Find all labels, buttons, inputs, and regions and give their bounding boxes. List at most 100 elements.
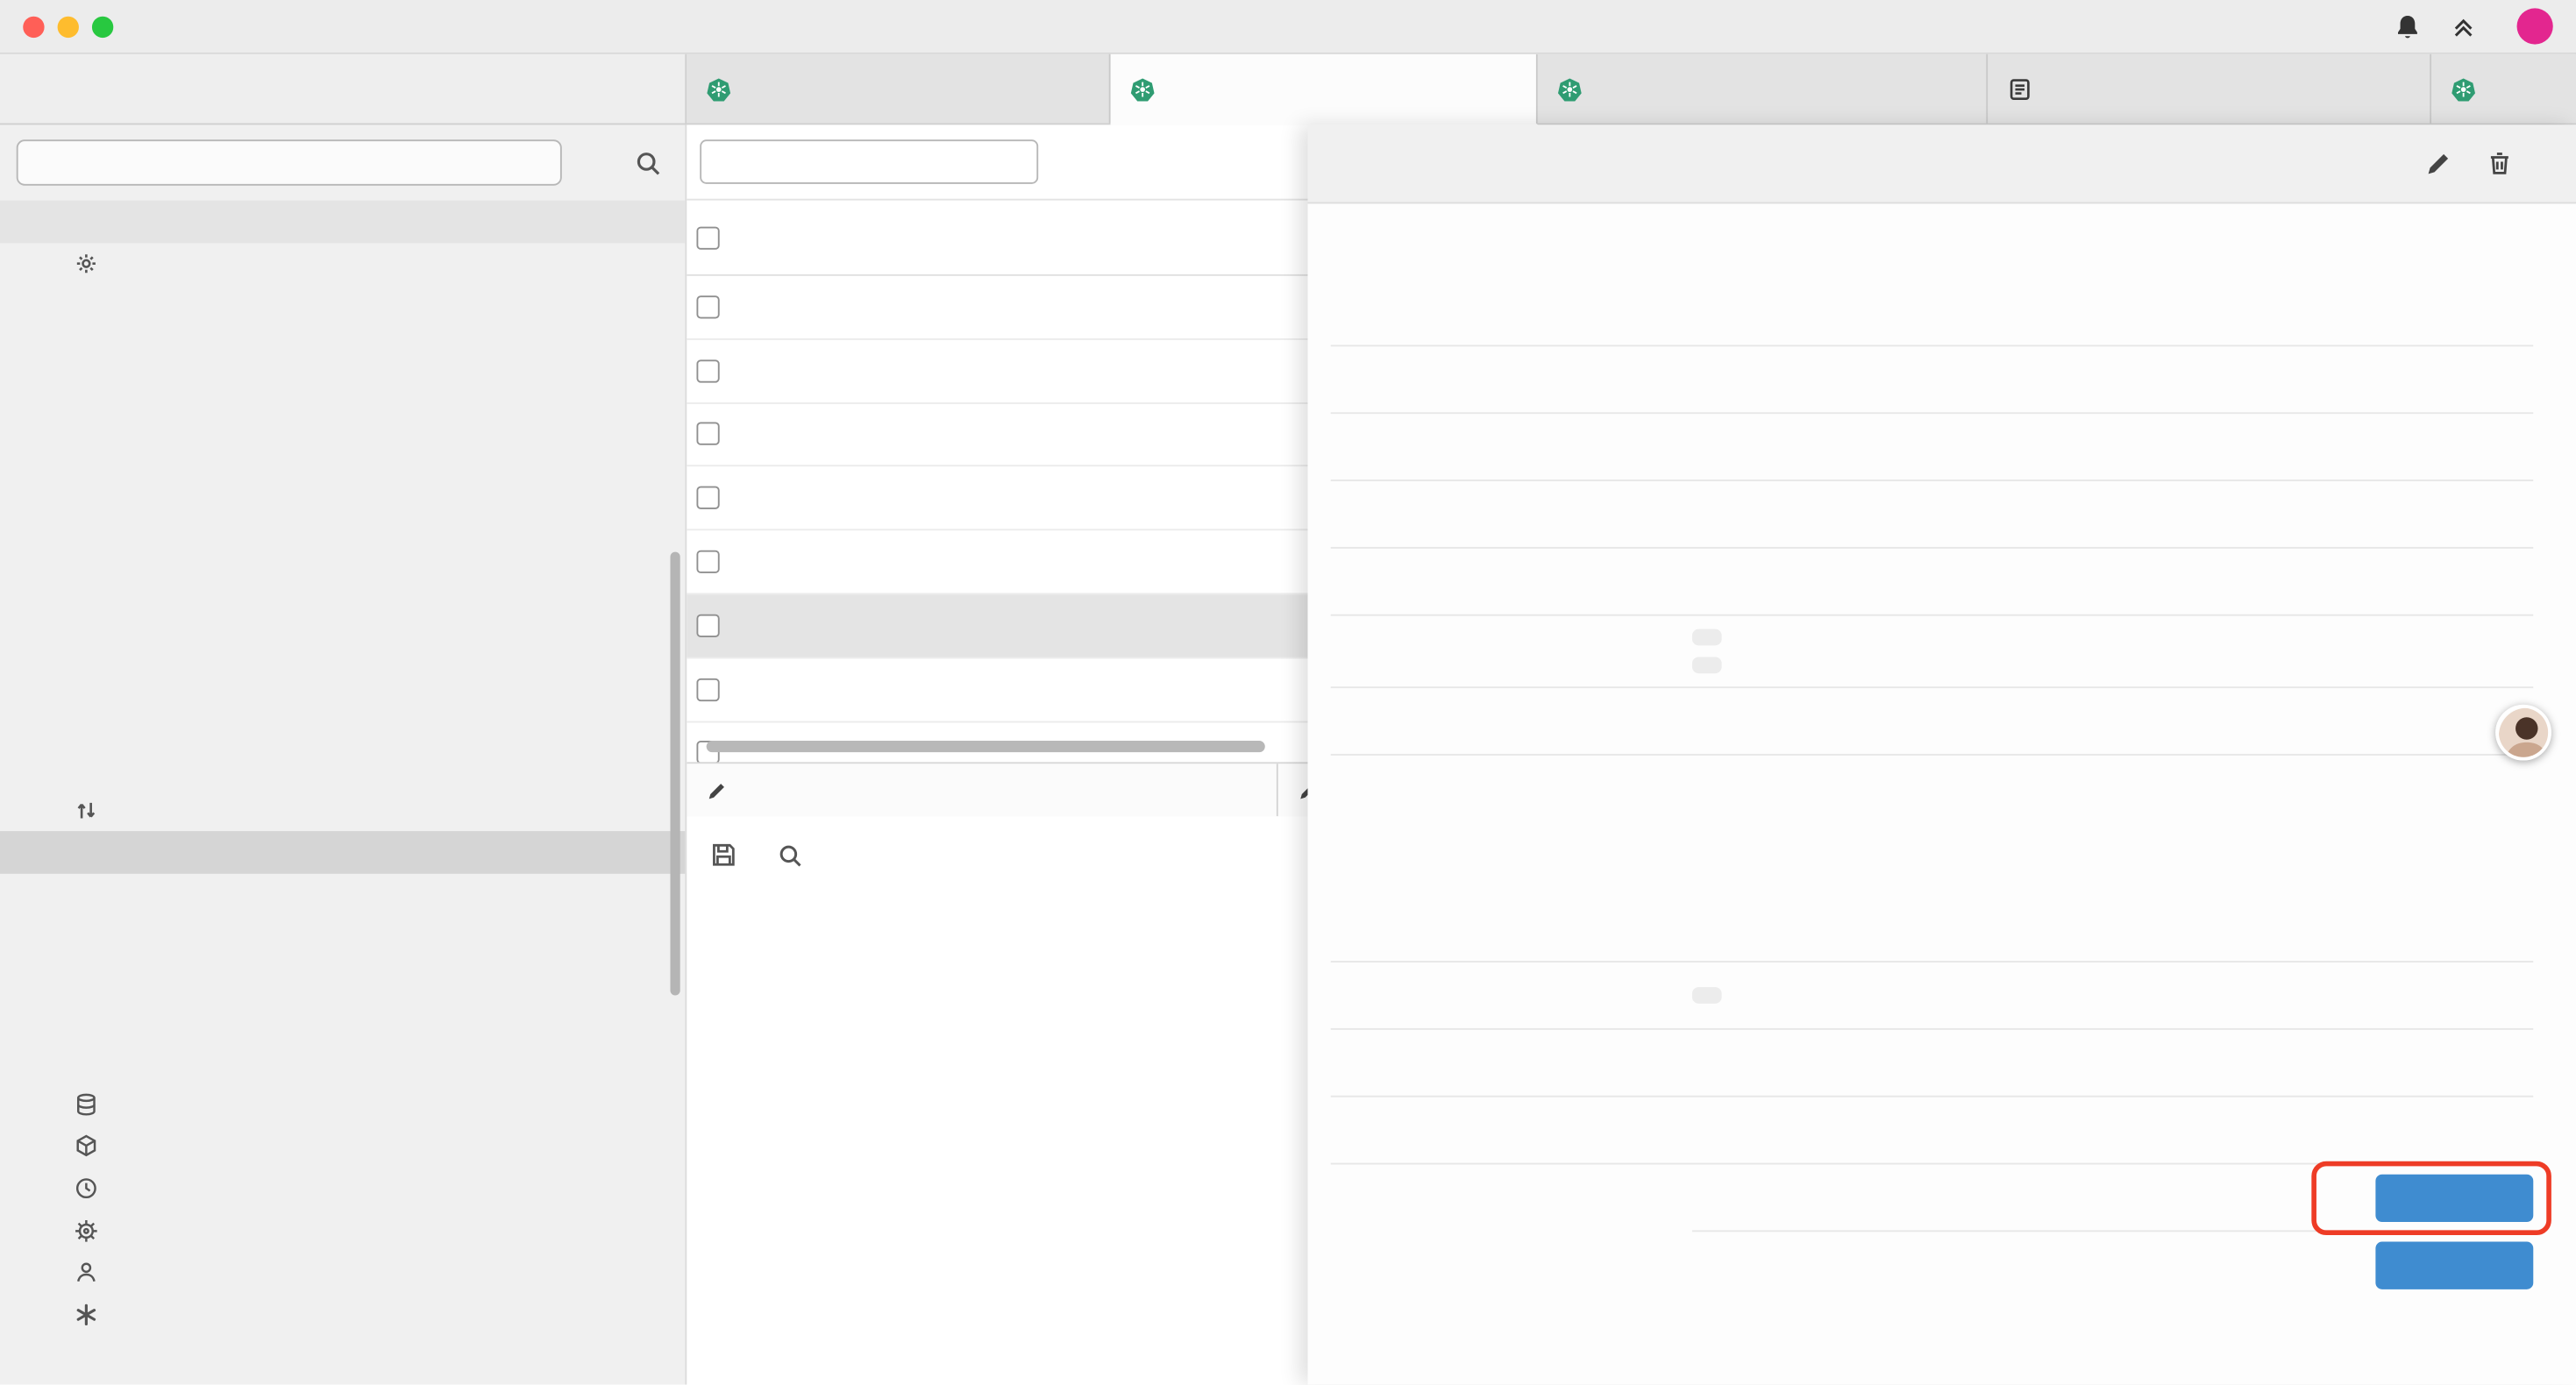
- sidebar-item-validating-webhook-configurations[interactable]: [0, 747, 685, 789]
- yaml-editor[interactable]: [687, 893, 1307, 1384]
- sidebar-group-custom-resources[interactable]: [0, 1293, 685, 1335]
- editor-line: [687, 1086, 1307, 1118]
- sidebar-item-leases[interactable]: [0, 663, 685, 705]
- field-ip-families: [1331, 1030, 2534, 1097]
- zoom-window-button[interactable]: [92, 16, 113, 37]
- table-row[interactable]: [687, 467, 1307, 531]
- sidebar-group-network[interactable]: [0, 789, 685, 831]
- editor-line: [687, 961, 1307, 992]
- sidebar-scrollbar-thumb[interactable]: [670, 552, 680, 996]
- editor-line: [687, 930, 1307, 962]
- table-row[interactable]: [687, 403, 1307, 467]
- notification-count-badge[interactable]: [2517, 8, 2553, 44]
- sidebar-item-endpoints[interactable]: [0, 873, 685, 915]
- sidebar-item-priority-classes[interactable]: [0, 579, 685, 621]
- window-titlebar: [0, 0, 2576, 54]
- tab-argo[interactable]: [2431, 54, 2576, 124]
- connection-heading: [1331, 842, 2534, 895]
- save-icon[interactable]: [709, 841, 737, 869]
- row-checkbox[interactable]: [696, 295, 719, 318]
- asterisk-icon: [74, 1302, 103, 1326]
- sidebar-item-definitions[interactable]: [0, 1335, 685, 1377]
- field-selector: [1331, 616, 2534, 688]
- sidebar-item-port-forwarding[interactable]: [0, 1041, 685, 1083]
- sidebar-item-secrets[interactable]: [0, 326, 685, 368]
- table-row-selected[interactable]: [687, 594, 1307, 658]
- field-ip-family-policy: [1331, 1097, 2534, 1165]
- network-arrows-icon: [74, 798, 103, 822]
- horizontal-scrollbar-thumb[interactable]: [707, 741, 1265, 752]
- sidebar-item-network-policies[interactable]: [0, 999, 685, 1041]
- field-namespace: [1331, 414, 2534, 481]
- kubernetes-icon: [2451, 76, 2476, 101]
- selector-chip: [1692, 629, 1722, 646]
- table-row[interactable]: [687, 658, 1307, 722]
- table-row[interactable]: [687, 531, 1307, 595]
- sidebar-item-events[interactable]: [0, 1168, 685, 1210]
- sidebar-item-namespaces[interactable]: [0, 1126, 685, 1168]
- sidebar-group-config[interactable]: [0, 243, 685, 285]
- sidebar-group-storage[interactable]: [0, 1083, 685, 1126]
- sidebar-group-access-control[interactable]: [0, 1251, 685, 1293]
- dock-tab-prometheusrule[interactable]: [687, 764, 1278, 816]
- search-icon[interactable]: [634, 149, 662, 177]
- close-window-button[interactable]: [23, 16, 44, 37]
- window-controls: [23, 16, 113, 37]
- row-checkbox[interactable]: [696, 359, 719, 382]
- table-header: [687, 201, 1307, 276]
- minimize-window-button[interactable]: [58, 16, 79, 37]
- upgrade-button[interactable]: [2451, 14, 2487, 39]
- row-checkbox[interactable]: [696, 614, 719, 637]
- sidebar-toolbar: [0, 124, 685, 200]
- sidebar-item-limit-ranges[interactable]: [0, 410, 685, 452]
- main-area: [0, 124, 2576, 1384]
- sidebar-item-ingresses[interactable]: [0, 915, 685, 957]
- select-all-checkbox[interactable]: [696, 226, 719, 249]
- sidebar-item-resource-quotas[interactable]: [0, 368, 685, 410]
- tab-release-notes[interactable]: [1988, 54, 2431, 124]
- table-row[interactable]: [687, 276, 1307, 340]
- editor-toolbar: [687, 816, 1307, 893]
- namespace-select[interactable]: [700, 139, 1038, 184]
- namespaces-icon: [74, 1134, 103, 1159]
- dock-tab-partial[interactable]: [1278, 764, 1308, 816]
- sidebar-group-helm[interactable]: [0, 1210, 685, 1252]
- edit-pencil-icon[interactable]: [2425, 150, 2453, 178]
- tab-pods[interactable]: [687, 54, 1110, 124]
- sidebar-item-cron-jobs[interactable]: [0, 201, 685, 243]
- sidebar-item-config-maps[interactable]: [0, 285, 685, 327]
- forward-button[interactable]: [2375, 1242, 2533, 1289]
- forward-button[interactable]: [2375, 1174, 2533, 1221]
- helm-wheel-icon: [74, 1218, 103, 1242]
- port-row: [1692, 1164, 2533, 1232]
- row-checkbox[interactable]: [696, 423, 719, 445]
- avatar[interactable]: [2495, 705, 2551, 761]
- sidebar-item-runtime-classes[interactable]: [0, 621, 685, 663]
- sidebar-item-services[interactable]: [0, 831, 685, 873]
- search-icon[interactable]: [777, 842, 803, 868]
- row-checkbox[interactable]: [696, 487, 719, 509]
- sidebar-item-mutating-webhook-configurations[interactable]: [0, 705, 685, 747]
- table-row[interactable]: [687, 339, 1307, 403]
- tab-services[interactable]: [1111, 54, 1538, 125]
- kubeconfig-select[interactable]: [17, 139, 562, 185]
- drawer-body: [1307, 203, 2576, 1384]
- drawer-header: [1307, 124, 2576, 203]
- trash-icon[interactable]: [2486, 150, 2514, 178]
- filter-bar: [687, 124, 1307, 200]
- sidebar-item-horizontal-pod-autoscalers[interactable]: [0, 452, 685, 494]
- row-checkbox[interactable]: [696, 678, 719, 700]
- field-cluster-ips: [1331, 962, 2534, 1030]
- row-checkbox[interactable]: [696, 550, 719, 573]
- sidebar-item-ingress-classes[interactable]: [0, 957, 685, 999]
- service-details-drawer: [1307, 124, 2576, 1384]
- tab-prometheus-rules[interactable]: [1538, 54, 1988, 124]
- field-created: [1331, 280, 2534, 347]
- sidebar-item-pod-disruption-budgets[interactable]: [0, 536, 685, 579]
- sidebar-item-vertical-pod-autoscalers[interactable]: [0, 494, 685, 536]
- edit-pencil-icon: [1298, 779, 1307, 800]
- dock-tab-strip: [687, 762, 1307, 816]
- person-icon: [74, 1260, 103, 1284]
- notifications-bell-icon[interactable]: [2394, 12, 2422, 40]
- clock-icon: [74, 1175, 103, 1200]
